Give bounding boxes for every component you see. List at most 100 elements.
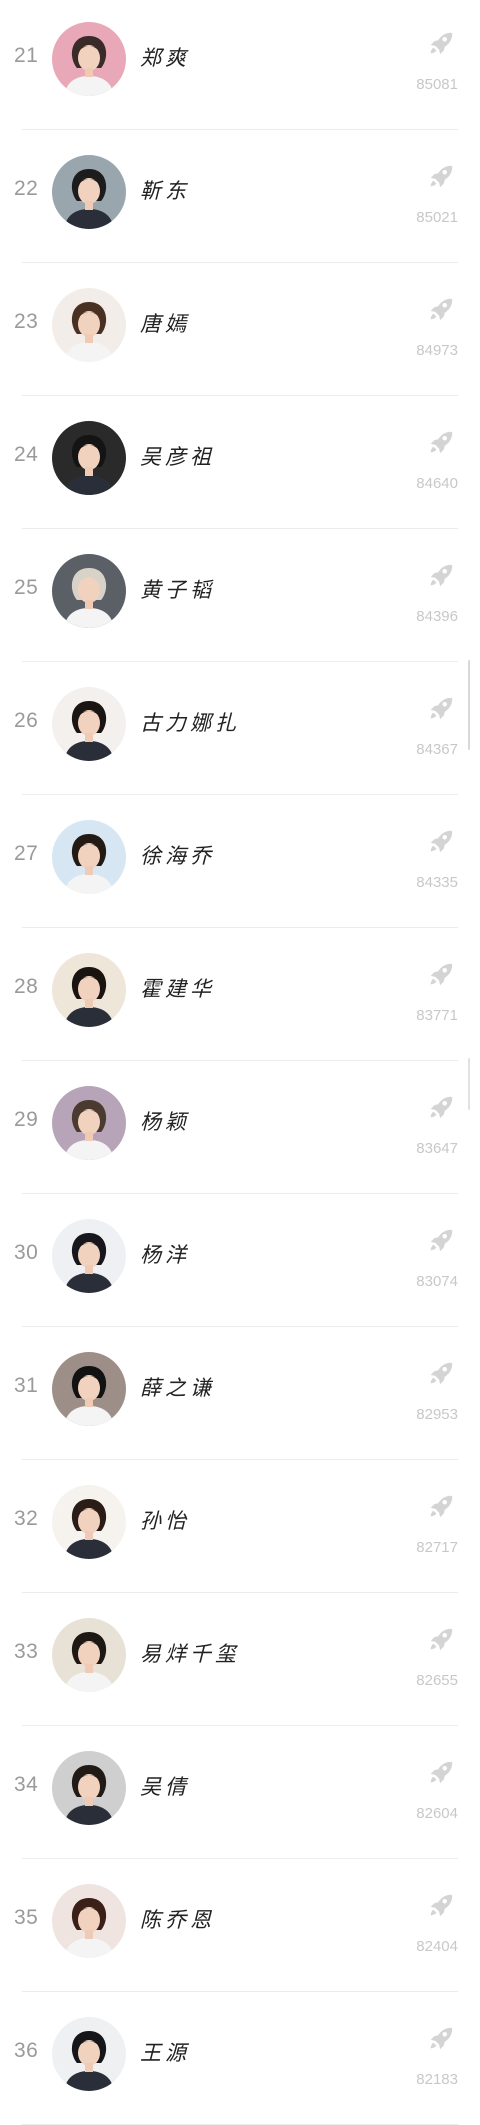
row-divider [22, 1592, 458, 1593]
rank-number: 21 [14, 44, 39, 67]
artist-name[interactable]: 古力娜扎 [140, 707, 240, 737]
artist-name[interactable]: 黄子韬 [140, 574, 215, 604]
artist-name[interactable]: 薛之谦 [140, 1372, 215, 1402]
rank-number: 34 [14, 1773, 39, 1796]
ranking-row[interactable]: 22 靳东 85021 [0, 131, 480, 263]
avatar[interactable] [52, 1485, 126, 1559]
ranking-row[interactable]: 35 陈乔恩 82404 [0, 1860, 480, 1992]
avatar[interactable] [52, 1751, 126, 1825]
rocket-icon[interactable] [426, 294, 456, 324]
artist-name[interactable]: 郑爽 [140, 42, 190, 72]
rank-number: 22 [14, 177, 39, 200]
row-divider [22, 927, 458, 928]
avatar[interactable] [52, 22, 126, 96]
ranking-row[interactable]: 29 杨颖 83647 [0, 1062, 480, 1194]
vote-score: 83074 [416, 1273, 458, 1290]
vote-score: 82183 [416, 2071, 458, 2088]
vote-score: 84396 [416, 608, 458, 625]
scrollbar-track-mark [468, 1058, 470, 1110]
vote-score: 84973 [416, 342, 458, 359]
ranking-row[interactable]: 30 杨洋 83074 [0, 1195, 480, 1327]
ranking-row[interactable]: 32 孙怡 82717 [0, 1461, 480, 1593]
row-divider [22, 528, 458, 529]
row-divider [22, 661, 458, 662]
avatar[interactable] [52, 155, 126, 229]
artist-name[interactable]: 吴倩 [140, 1771, 190, 1801]
vote-score: 82604 [416, 1805, 458, 1822]
rocket-icon[interactable] [426, 1092, 456, 1122]
ranking-row[interactable]: 21 郑爽 85081 [0, 0, 480, 130]
rocket-icon[interactable] [426, 161, 456, 191]
avatar[interactable] [52, 687, 126, 761]
rocket-icon[interactable] [426, 1757, 456, 1787]
vote-score: 83771 [416, 1007, 458, 1024]
artist-name[interactable]: 霍建华 [140, 973, 215, 1003]
artist-name[interactable]: 陈乔恩 [140, 1904, 215, 1934]
vote-score: 85081 [416, 76, 458, 93]
ranking-row[interactable]: 28 霍建华 83771 [0, 929, 480, 1061]
row-divider [22, 129, 458, 130]
avatar[interactable] [52, 554, 126, 628]
avatar[interactable] [52, 2017, 126, 2091]
vote-score: 82655 [416, 1672, 458, 1689]
rank-number: 32 [14, 1507, 39, 1530]
ranking-row[interactable]: 33 易烊千玺 82655 [0, 1594, 480, 1726]
vote-score: 82953 [416, 1406, 458, 1423]
avatar[interactable] [52, 288, 126, 362]
artist-name[interactable]: 王源 [140, 2037, 190, 2067]
row-divider [22, 395, 458, 396]
ranking-row[interactable]: 24 吴彦祖 84640 [0, 397, 480, 529]
avatar[interactable] [52, 421, 126, 495]
rank-number: 27 [14, 842, 39, 865]
rank-number: 31 [14, 1374, 39, 1397]
rank-number: 25 [14, 576, 39, 599]
rocket-icon[interactable] [426, 1491, 456, 1521]
artist-name[interactable]: 孙怡 [140, 1505, 190, 1535]
artist-name[interactable]: 杨颖 [140, 1106, 190, 1136]
rocket-icon[interactable] [426, 1890, 456, 1920]
avatar[interactable] [52, 820, 126, 894]
artist-name[interactable]: 杨洋 [140, 1239, 190, 1269]
avatar[interactable] [52, 1219, 126, 1293]
row-divider [22, 1193, 458, 1194]
rocket-icon[interactable] [426, 427, 456, 457]
rocket-icon[interactable] [426, 1358, 456, 1388]
rank-number: 30 [14, 1241, 39, 1264]
rocket-icon[interactable] [426, 28, 456, 58]
rank-number: 28 [14, 975, 39, 998]
artist-name[interactable]: 吴彦祖 [140, 441, 215, 471]
ranking-row[interactable]: 26 古力娜扎 84367 [0, 663, 480, 795]
avatar[interactable] [52, 953, 126, 1027]
vote-score: 84640 [416, 475, 458, 492]
artist-name[interactable]: 靳东 [140, 175, 190, 205]
avatar[interactable] [52, 1618, 126, 1692]
ranking-row[interactable]: 25 黄子韬 84396 [0, 530, 480, 662]
row-divider [22, 794, 458, 795]
artist-name[interactable]: 易烊千玺 [140, 1638, 240, 1668]
artist-name[interactable]: 唐嫣 [140, 308, 190, 338]
vote-score: 85021 [416, 209, 458, 226]
rocket-icon[interactable] [426, 560, 456, 590]
ranking-row[interactable]: 23 唐嫣 84973 [0, 264, 480, 396]
ranking-row[interactable]: 36 王源 82183 [0, 1993, 480, 2125]
artist-name[interactable]: 徐海乔 [140, 840, 215, 870]
rank-number: 35 [14, 1906, 39, 1929]
rocket-icon[interactable] [426, 1624, 456, 1654]
ranking-row[interactable]: 27 徐海乔 84335 [0, 796, 480, 928]
rocket-icon[interactable] [426, 959, 456, 989]
avatar[interactable] [52, 1086, 126, 1160]
rocket-icon[interactable] [426, 1225, 456, 1255]
scrollbar-thumb[interactable] [468, 660, 470, 750]
avatar[interactable] [52, 1352, 126, 1426]
vote-score: 82717 [416, 1539, 458, 1556]
avatar[interactable] [52, 1884, 126, 1958]
ranking-row[interactable]: 34 吴倩 82604 [0, 1727, 480, 1859]
rocket-icon[interactable] [426, 693, 456, 723]
row-divider [22, 1060, 458, 1061]
row-divider [22, 1991, 458, 1992]
rank-number: 33 [14, 1640, 39, 1663]
ranking-row[interactable]: 31 薛之谦 82953 [0, 1328, 480, 1460]
rocket-icon[interactable] [426, 2023, 456, 2053]
rocket-icon[interactable] [426, 826, 456, 856]
rank-number: 23 [14, 310, 39, 333]
